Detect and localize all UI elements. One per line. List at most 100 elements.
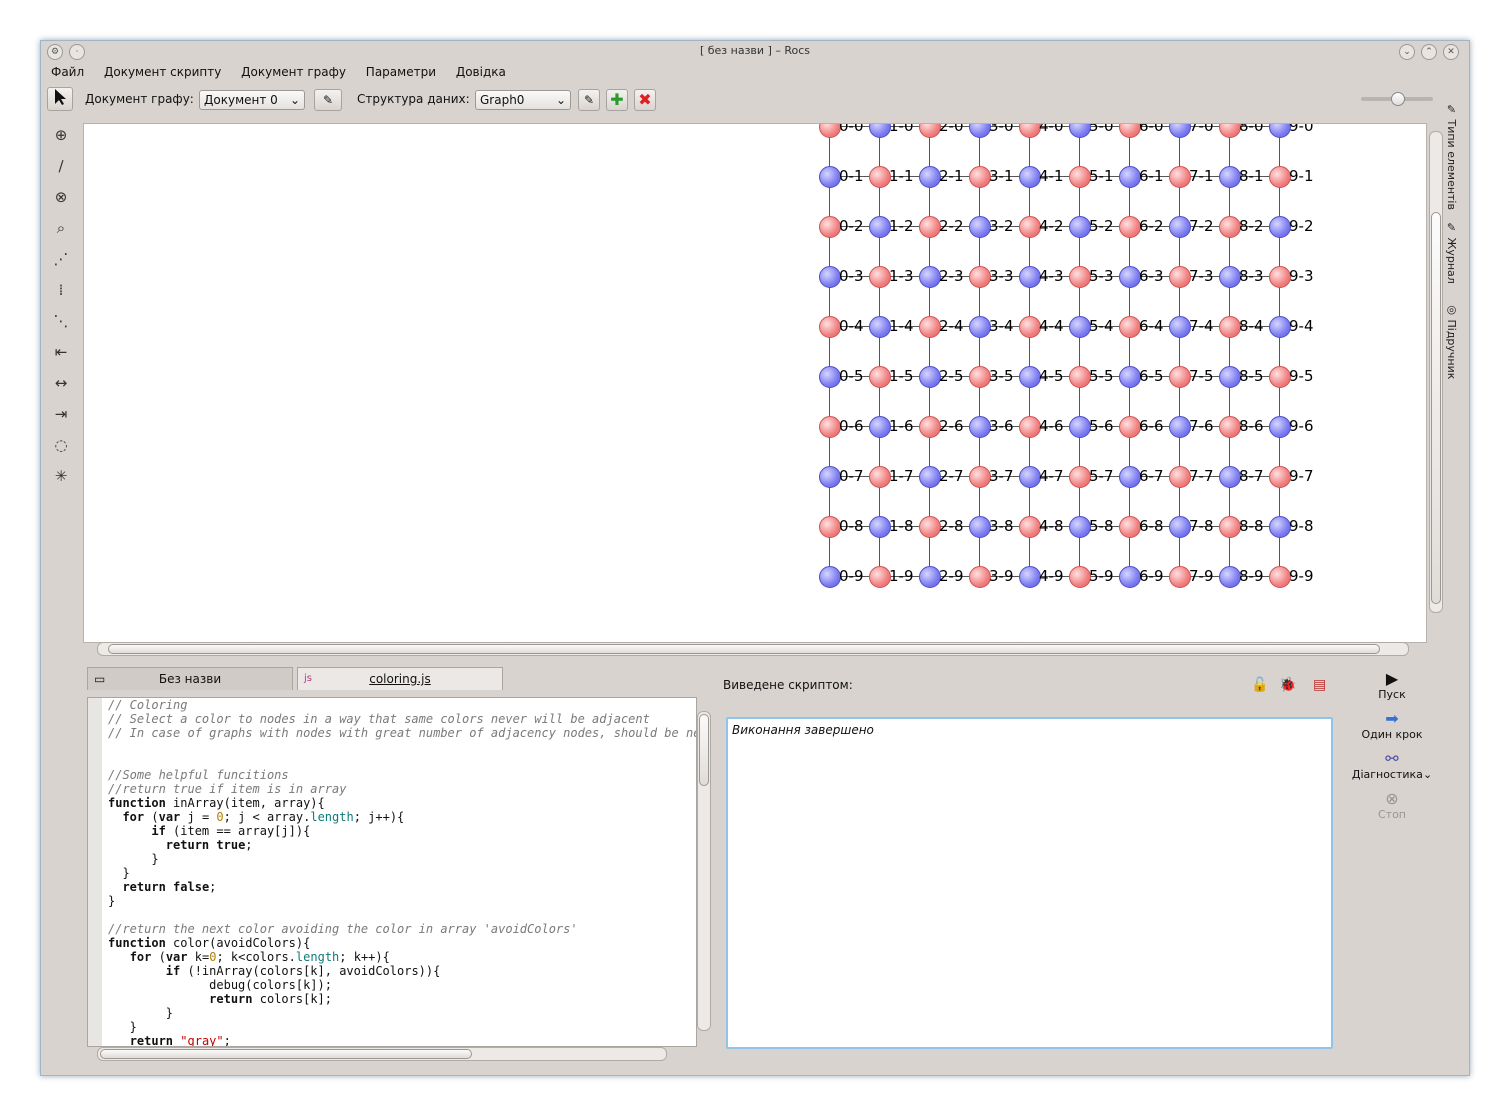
align-bottom-tool[interactable]: ⋱ (47, 307, 75, 335)
graph-edge[interactable] (929, 436, 930, 466)
graph-node[interactable] (919, 516, 941, 538)
graph-node[interactable] (1269, 166, 1291, 188)
graph-node[interactable] (1119, 166, 1141, 188)
graph-node[interactable] (1119, 516, 1141, 538)
graph-edge[interactable] (1129, 286, 1130, 316)
graph-edge[interactable] (829, 436, 830, 466)
graph-edge[interactable] (1079, 336, 1080, 366)
add-edge-tool[interactable]: ∕ (47, 152, 75, 180)
graph-node[interactable] (1069, 566, 1091, 588)
graph-node[interactable] (1169, 416, 1191, 438)
graph-node[interactable] (1069, 366, 1091, 388)
graph-edge[interactable] (1179, 236, 1180, 266)
graph-edge[interactable] (979, 236, 980, 266)
graph-edge[interactable] (1129, 436, 1130, 466)
graph-node[interactable] (1219, 416, 1241, 438)
graph-edge[interactable] (1029, 186, 1030, 216)
editor-hscroll-thumb[interactable] (100, 1049, 472, 1059)
graph-node[interactable] (1019, 216, 1041, 238)
graph-edge[interactable] (879, 336, 880, 366)
graph-edge[interactable] (829, 136, 830, 166)
data-structure-select[interactable]: Graph0 ⌄ (475, 90, 571, 110)
graph-edge[interactable] (929, 336, 930, 366)
graph-node[interactable] (1069, 466, 1091, 488)
graph-edge[interactable] (1229, 436, 1230, 466)
menu-help[interactable]: Довідка (456, 65, 506, 79)
graph-edge[interactable] (929, 486, 930, 516)
graph-edge[interactable] (1179, 186, 1180, 216)
graph-edge[interactable] (929, 286, 930, 316)
delete-tool[interactable]: ⊗ (47, 183, 75, 211)
graph-edge[interactable] (1079, 236, 1080, 266)
graph-edge[interactable] (1179, 486, 1180, 516)
align-hcenter-tool[interactable]: ↔ (47, 369, 75, 397)
graph-node[interactable] (1219, 566, 1241, 588)
graph-node[interactable] (969, 566, 991, 588)
graph-edge[interactable] (1229, 186, 1230, 216)
canvas-hscroll-thumb[interactable] (108, 644, 1380, 654)
editor-vertical-scrollbar[interactable] (697, 711, 711, 1031)
graph-node[interactable] (1219, 124, 1241, 138)
canvas-horizontal-scrollbar[interactable] (97, 642, 1409, 656)
graph-node[interactable] (1269, 366, 1291, 388)
graph-node[interactable] (1019, 416, 1041, 438)
graph-edge[interactable] (879, 186, 880, 216)
graph-node[interactable] (1069, 316, 1091, 338)
menu-graph-document[interactable]: Документ графу (241, 65, 346, 79)
graph-edge[interactable] (1129, 536, 1130, 566)
graph-edge[interactable] (1129, 136, 1130, 166)
run-button[interactable]: ▶ Пуск (1349, 669, 1435, 701)
graph-edge[interactable] (829, 336, 830, 366)
edit-graph-doc-button[interactable]: ✎ (314, 89, 342, 111)
add-data-structure-button[interactable]: ✚ (606, 89, 628, 111)
graph-node[interactable] (869, 166, 891, 188)
graph-node[interactable] (1219, 166, 1241, 188)
code-area[interactable]: // Coloring// Select a color to nodes in… (108, 698, 696, 1046)
graph-edge[interactable] (1129, 186, 1130, 216)
graph-node[interactable] (869, 366, 891, 388)
graph-edge[interactable] (1029, 286, 1030, 316)
graph-node[interactable] (819, 466, 841, 488)
tab-journal[interactable]: ✎ Журнал (1445, 221, 1458, 284)
graph-node[interactable] (1119, 366, 1141, 388)
graph-node[interactable] (869, 124, 891, 138)
graph-node[interactable] (1219, 216, 1241, 238)
graph-node[interactable] (869, 216, 891, 238)
graph-edge[interactable] (829, 236, 830, 266)
graph-edge[interactable] (1279, 336, 1280, 366)
graph-edge[interactable] (829, 286, 830, 316)
graph-edge[interactable] (1279, 236, 1280, 266)
graph-edge[interactable] (829, 386, 830, 416)
graph-edge[interactable] (1129, 236, 1130, 266)
graph-edge[interactable] (1129, 336, 1130, 366)
tab-element-types[interactable]: ✎ Типи елементів (1445, 103, 1458, 210)
graph-node[interactable] (1269, 266, 1291, 288)
graph-node[interactable] (869, 466, 891, 488)
graph-edge[interactable] (979, 136, 980, 166)
graph-node[interactable] (819, 266, 841, 288)
graph-node[interactable] (1269, 316, 1291, 338)
graph-edge[interactable] (1029, 236, 1030, 266)
graph-edge[interactable] (879, 436, 880, 466)
graph-node[interactable] (969, 516, 991, 538)
graph-edge[interactable] (879, 286, 880, 316)
graph-edge[interactable] (979, 336, 980, 366)
debug-button[interactable]: ⚯ Діагностика⌄ (1349, 749, 1435, 781)
graph-edge[interactable] (879, 236, 880, 266)
graph-edge[interactable] (1029, 336, 1030, 366)
graph-edge[interactable] (979, 286, 980, 316)
graph-edge[interactable] (879, 486, 880, 516)
clear-output-icon[interactable]: ▤ (1313, 677, 1326, 693)
graph-node[interactable] (1069, 124, 1091, 138)
graph-node[interactable] (1019, 516, 1041, 538)
graph-edge[interactable] (1229, 486, 1230, 516)
graph-edge[interactable] (1279, 486, 1280, 516)
lock-icon[interactable]: 🔓 (1251, 677, 1268, 693)
graph-node[interactable] (919, 566, 941, 588)
graph-edge[interactable] (979, 486, 980, 516)
graph-edge[interactable] (1179, 286, 1180, 316)
graph-edge[interactable] (929, 536, 930, 566)
graph-edge[interactable] (1129, 386, 1130, 416)
graph-node[interactable] (1169, 124, 1191, 138)
menu-file[interactable]: Файл (51, 65, 84, 79)
